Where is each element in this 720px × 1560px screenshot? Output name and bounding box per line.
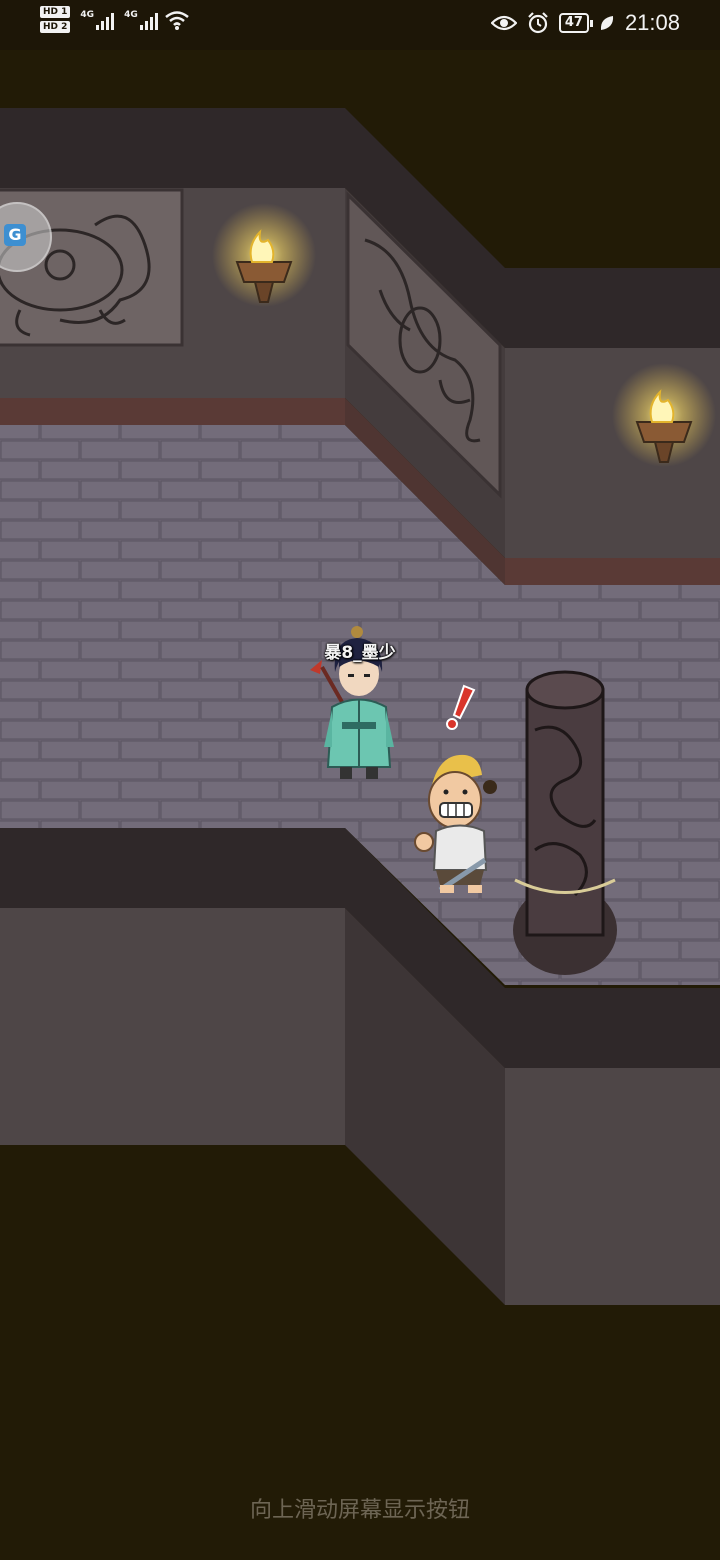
enemy-bandit[interactable] [410, 745, 510, 895]
wifi-icon [164, 10, 189, 30]
status-bar: HD 1 HD 2 4G 4G 47 21:08 [0, 0, 720, 50]
network2-label: 4G [124, 9, 138, 20]
hd1-badge: HD 1 [40, 6, 71, 18]
alarm-icon [528, 12, 548, 34]
battery-indicator: 47 [558, 13, 594, 33]
wall-trim-right [505, 558, 720, 585]
clock-time: 21:08 [624, 10, 680, 35]
torch-left [212, 203, 316, 307]
signal1-icon: 4G [80, 9, 115, 30]
app-switch-icon: G [4, 224, 26, 246]
carved-pillar [513, 670, 617, 975]
status-right: 47 21:08 [490, 10, 680, 36]
wall-trim-left [0, 398, 345, 425]
player-name-tag: 暴8_墨少 [324, 643, 396, 663]
front-wall-face-left [0, 908, 345, 1145]
torch-right [612, 363, 716, 467]
eye-icon [490, 15, 517, 31]
alert-mark: ! [440, 682, 441, 683]
swipe-up-hint: 向上滑动屏幕显示按钮 [249, 1498, 470, 1523]
front-wall-face-right [505, 1068, 720, 1305]
leaf-icon [600, 16, 614, 30]
hd2-badge: HD 2 [40, 21, 71, 33]
status-left: HD 1 HD 2 4G 4G [40, 6, 190, 33]
network1-label: 4G [80, 9, 95, 20]
alert-icon: ! [440, 682, 476, 730]
game-scene[interactable]: 暴8_墨少 ! G [0, 50, 720, 1510]
signal2-icon: 4G [124, 10, 158, 30]
